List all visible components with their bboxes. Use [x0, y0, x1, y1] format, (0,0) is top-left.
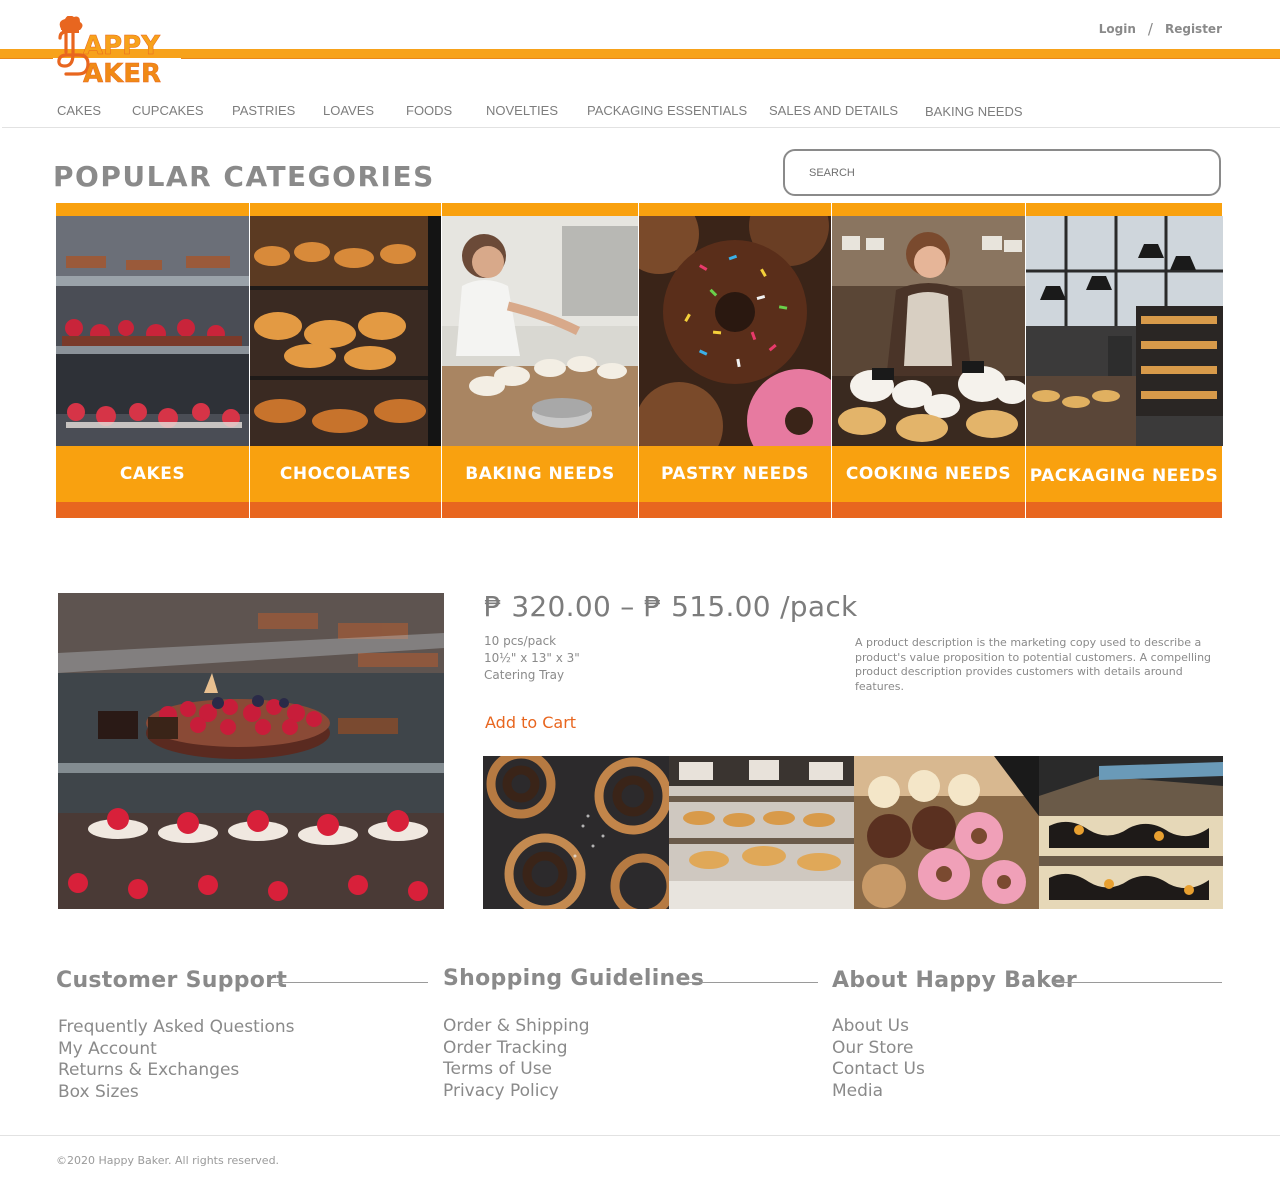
- category-card-top-bar: [442, 203, 638, 216]
- footer-shopping-guidelines: Shopping Guidelines: [443, 966, 704, 991]
- category-label-cakes: CAKES: [56, 446, 249, 502]
- footer-customer-support-links: Frequently Asked Questions My Account Re…: [58, 1017, 295, 1103]
- register-link[interactable]: Register: [1165, 22, 1222, 36]
- product-specs: 10 pcs/pack 10½" x 13" x 3" Catering Tra…: [484, 633, 580, 684]
- category-card-top-bar: [1026, 203, 1222, 216]
- header-accent-bar: [0, 49, 1280, 59]
- footer-about-links: About Us Our Store Contact Us Media: [832, 1016, 925, 1102]
- footer-link-returns-exchanges[interactable]: Returns & Exchanges: [58, 1060, 295, 1082]
- product-thumbnail-donut-display[interactable]: [854, 756, 1039, 909]
- happy-baker-logo[interactable]: APPY AKER: [53, 15, 181, 89]
- footer-link-terms-of-use[interactable]: Terms of Use: [443, 1059, 590, 1081]
- main-nav: CAKES CUPCAKES PASTRIES LOAVES FOODS NOV…: [57, 103, 1057, 123]
- auth-separator: /: [1147, 20, 1153, 38]
- category-label-cooking-needs: COOKING NEEDS: [832, 446, 1025, 502]
- category-grid: CAKES CHOCOLATES BAKING NEEDS PASTRY NEE…: [56, 203, 1223, 518]
- category-card-bottom-bar: [1026, 502, 1222, 518]
- svg-text:AKER: AKER: [83, 59, 161, 88]
- product-dimensions: 10½" x 13" x 3": [484, 651, 580, 665]
- footer-about-happy-baker: About Happy Baker: [832, 968, 1077, 993]
- footer-link-order-tracking[interactable]: Order Tracking: [443, 1038, 590, 1060]
- chocolates-pastry-shelf-image: [250, 216, 442, 446]
- product-thumbnail-cinnamon-rolls[interactable]: [483, 756, 669, 909]
- category-card-bottom-bar: [250, 502, 441, 518]
- auth-links: Login / Register: [1099, 20, 1222, 38]
- nav-item-cupcakes[interactable]: CUPCAKES: [132, 103, 204, 118]
- footer-customer-support: Customer Support: [56, 968, 287, 993]
- footer-link-our-store[interactable]: Our Store: [832, 1038, 925, 1060]
- footer-link-contact-us[interactable]: Contact Us: [832, 1059, 925, 1081]
- category-card-bottom-bar: [56, 502, 249, 518]
- cakes-display-image: [56, 216, 249, 446]
- footer-link-order-shipping[interactable]: Order & Shipping: [443, 1016, 590, 1038]
- product-pack-size: 10 pcs/pack: [484, 634, 557, 648]
- baker-with-meringues-image: [832, 216, 1026, 446]
- product-description: A product description is the marketing c…: [855, 636, 1212, 693]
- add-to-cart-button[interactable]: Add to Cart: [485, 713, 576, 732]
- svg-text:APPY: APPY: [83, 31, 161, 61]
- product-main-image: [58, 593, 444, 909]
- nav-item-cakes[interactable]: CAKES: [57, 103, 101, 118]
- nav-item-loaves[interactable]: LOAVES: [323, 103, 374, 118]
- footer-link-box-sizes[interactable]: Box Sizes: [58, 1082, 295, 1104]
- category-card-chocolates[interactable]: CHOCOLATES: [249, 203, 442, 518]
- popular-categories-title: POPULAR CATEGORIES: [53, 160, 435, 193]
- category-card-top-bar: [832, 203, 1025, 216]
- category-card-top-bar: [56, 203, 249, 216]
- search-input[interactable]: [785, 151, 1219, 194]
- category-label-pastry-needs: PASTRY NEEDS: [639, 446, 831, 502]
- footer-link-faq[interactable]: Frequently Asked Questions: [58, 1017, 295, 1039]
- nav-item-baking-needs[interactable]: BAKING NEEDS: [925, 104, 1023, 119]
- product-thumbnail-layer-cakes[interactable]: [1039, 756, 1223, 909]
- category-card-bottom-bar: [442, 502, 638, 518]
- category-card-cakes[interactable]: CAKES: [56, 203, 249, 518]
- nav-item-novelties[interactable]: NOVELTIES: [486, 103, 558, 118]
- footer-heading-rule: [682, 982, 818, 983]
- login-link[interactable]: Login: [1099, 22, 1136, 36]
- product-price: ₱ 320.00 – ₱ 515.00 /pack: [484, 590, 858, 623]
- footer-heading-rule: [270, 982, 428, 983]
- copyright-text: ©2020 Happy Baker. All rights reserved.: [56, 1154, 280, 1167]
- category-card-baking-needs[interactable]: BAKING NEEDS: [441, 203, 639, 518]
- nav-divider: [2, 127, 1280, 128]
- footer-link-media[interactable]: Media: [832, 1081, 925, 1103]
- product-thumbnail-strip: [483, 756, 1223, 909]
- search-box: [783, 149, 1221, 196]
- footer-link-my-account[interactable]: My Account: [58, 1039, 295, 1061]
- footer-shopping-guidelines-links: Order & Shipping Order Tracking Terms of…: [443, 1016, 590, 1102]
- footer-customer-support-title: Customer Support: [56, 968, 288, 993]
- category-card-bottom-bar: [832, 502, 1025, 518]
- category-card-top-bar: [639, 203, 831, 216]
- sprinkle-donuts-image: [639, 216, 832, 446]
- footer-link-about-us[interactable]: About Us: [832, 1016, 925, 1038]
- category-card-cooking-needs[interactable]: COOKING NEEDS: [831, 203, 1026, 518]
- footer-shopping-guidelines-title: Shopping Guidelines: [443, 966, 705, 991]
- footer-divider: [0, 1135, 1280, 1136]
- category-card-pastry-needs[interactable]: PASTRY NEEDS: [638, 203, 832, 518]
- nav-item-foods[interactable]: FOODS: [406, 103, 452, 118]
- category-label-chocolates: CHOCOLATES: [250, 446, 441, 502]
- nav-item-pastries[interactable]: PASTRIES: [232, 103, 295, 118]
- footer-link-privacy-policy[interactable]: Privacy Policy: [443, 1081, 590, 1103]
- category-label-baking-needs: BAKING NEEDS: [442, 446, 638, 502]
- product-thumbnail-bakery-counter[interactable]: [669, 756, 855, 909]
- nav-item-sales-and-details[interactable]: SALES AND DETAILS: [769, 103, 898, 118]
- footer-heading-rule: [1053, 982, 1222, 983]
- category-card-bottom-bar: [639, 502, 831, 518]
- nav-item-packaging-essentials[interactable]: PACKAGING ESSENTIALS: [587, 103, 747, 118]
- baker-kneading-dough-image: [442, 216, 639, 446]
- bakery-shop-interior-image: [1026, 216, 1223, 446]
- footer-about-title: About Happy Baker: [832, 968, 1078, 993]
- category-label-packaging-needs: PACKAGING NEEDS: [1026, 448, 1222, 504]
- category-card-top-bar: [250, 203, 441, 216]
- product-type: Catering Tray: [484, 668, 565, 682]
- category-card-packaging-needs[interactable]: PACKAGING NEEDS: [1025, 203, 1223, 518]
